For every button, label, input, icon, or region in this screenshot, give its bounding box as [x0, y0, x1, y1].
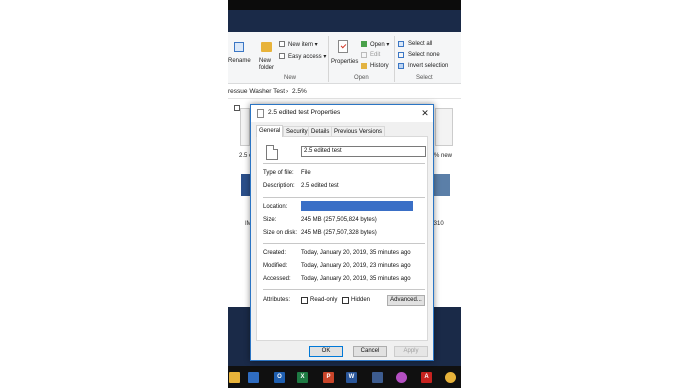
address-bar[interactable]: ressue Washer Test › 2.5% — [228, 85, 461, 99]
location-value-redacted — [301, 201, 413, 211]
photos-icon[interactable] — [372, 372, 383, 383]
divider — [263, 243, 425, 244]
hidden-checkbox[interactable] — [342, 297, 349, 304]
select-all-icon — [398, 41, 404, 47]
screen: Rename New folder New item ▾ Easy access… — [0, 0, 690, 388]
acrobat-icon[interactable]: A — [421, 372, 432, 383]
taskbar: O X P W A — [228, 366, 461, 388]
ribbon-separator — [328, 36, 329, 82]
created-label: Created: — [263, 250, 287, 256]
attributes-label: Attributes: — [263, 297, 291, 303]
history-button[interactable]: History — [370, 63, 389, 69]
size-value: 245 MB (257,505,824 bytes) — [301, 217, 377, 223]
word-icon[interactable]: W — [346, 372, 357, 383]
file-icon — [435, 108, 453, 146]
file-icon — [266, 145, 278, 160]
type-of-file-label: Type of file: — [263, 170, 294, 176]
history-icon — [361, 63, 367, 69]
select-none-button[interactable]: Select none — [408, 52, 440, 58]
dialog-titlebar[interactable]: 2.5 edited test Properties ✕ — [251, 105, 433, 122]
created-value: Today, January 20, 2019, 35 minutes ago — [301, 250, 411, 256]
file-icon — [257, 109, 264, 118]
cancel-button[interactable]: Cancel — [353, 346, 387, 357]
description-value: 2.5 edited test — [301, 183, 339, 189]
tab-general[interactable]: General — [256, 125, 284, 137]
new-group-label: New — [284, 75, 297, 81]
new-item-button[interactable]: New item ▾ — [288, 41, 318, 48]
properties-button[interactable]: Properties — [331, 59, 358, 65]
modified-label: Modified: — [263, 263, 288, 269]
new-folder-button[interactable]: New folder — [259, 58, 274, 72]
desktop-top-strip — [228, 0, 461, 10]
file-name-field[interactable]: 2.5 edited test — [301, 146, 426, 157]
divider — [263, 163, 425, 164]
outlook-icon[interactable]: O — [274, 372, 285, 383]
properties-dialog: 2.5 edited test Properties ✕ General Sec… — [250, 104, 434, 361]
divider — [263, 197, 425, 198]
breadcrumb-segment[interactable]: ressue Washer Test — [228, 85, 285, 99]
apply-button[interactable]: Apply — [394, 346, 428, 357]
size-label: Size: — [263, 217, 277, 223]
size-on-disk-value: 245 MB (257,507,328 bytes) — [301, 230, 377, 236]
advanced-button[interactable]: Advanced... — [387, 295, 425, 306]
file-label[interactable]: % new — [434, 153, 452, 159]
powerpoint-icon[interactable]: P — [323, 372, 334, 383]
select-group-label: Select — [416, 75, 433, 81]
image-thumbnail[interactable] — [433, 174, 450, 196]
size-on-disk-label: Size on disk: — [263, 230, 298, 236]
location-label: Location: — [263, 204, 288, 210]
type-of-file-value: File — [301, 170, 311, 176]
chrome-icon[interactable] — [445, 372, 456, 383]
store-icon[interactable] — [248, 372, 259, 383]
new-folder-icon — [261, 42, 272, 52]
dialog-title: 2.5 edited test Properties — [268, 109, 341, 116]
properties-icon — [338, 40, 348, 53]
excel-icon[interactable]: X — [297, 372, 308, 383]
modified-value: Today, January 20, 2019, 23 minutes ago — [301, 263, 411, 269]
ribbon-separator — [394, 36, 395, 82]
ribbon: Rename New folder New item ▾ Easy access… — [228, 32, 461, 84]
open-button[interactable]: Open ▾ — [370, 41, 389, 48]
divider — [263, 289, 425, 290]
paint-icon[interactable] — [396, 372, 407, 383]
file-icon — [240, 108, 250, 146]
folder-icon[interactable] — [229, 372, 240, 383]
description-label: Description: — [263, 183, 295, 189]
close-button[interactable]: ✕ — [419, 107, 431, 119]
hidden-label[interactable]: Hidden — [351, 297, 370, 303]
accessed-value: Today, January 20, 2019, 35 minutes ago — [301, 276, 411, 282]
invert-selection-button[interactable]: Invert selection — [408, 63, 448, 69]
open-group-label: Open — [354, 75, 369, 81]
readonly-checkbox[interactable] — [301, 297, 308, 304]
ok-button[interactable]: OK — [309, 346, 343, 357]
breadcrumb-separator-icon: › — [286, 88, 289, 95]
easy-access-icon — [279, 53, 285, 59]
readonly-label[interactable]: Read-only — [310, 297, 337, 303]
rename-icon — [234, 42, 244, 52]
open-icon — [361, 41, 367, 47]
edit-icon — [361, 52, 367, 58]
new-item-icon — [279, 41, 285, 47]
select-none-icon — [398, 52, 404, 58]
breadcrumb-segment[interactable]: 2.5% — [292, 85, 307, 99]
invert-selection-icon — [398, 63, 404, 69]
rename-button[interactable]: Rename — [228, 58, 251, 64]
easy-access-button[interactable]: Easy access ▾ — [288, 53, 326, 60]
general-tab-panel: 2.5 edited test Type of file: File Descr… — [256, 136, 428, 341]
accessed-label: Accessed: — [263, 276, 291, 282]
edit-button[interactable]: Edit — [370, 52, 380, 58]
select-all-button[interactable]: Select all — [408, 41, 432, 47]
